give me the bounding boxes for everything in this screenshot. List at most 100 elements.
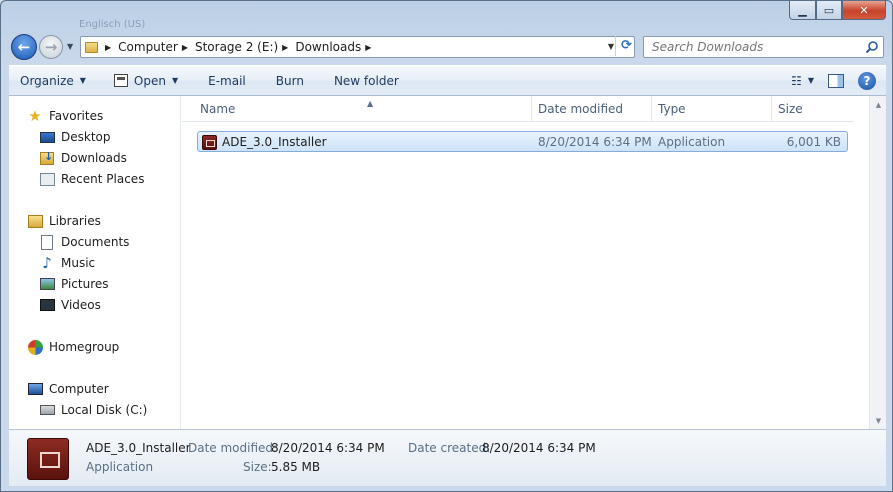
downloads-icon bbox=[39, 150, 55, 166]
nav-label: Favorites bbox=[49, 109, 104, 123]
nav-label: Libraries bbox=[49, 214, 101, 228]
column-label: Size bbox=[778, 102, 803, 116]
chevron-down-icon: ▼ bbox=[807, 76, 814, 85]
minimize-button[interactable]: ▁ bbox=[789, 1, 816, 20]
application-icon bbox=[202, 135, 217, 150]
back-icon: ← bbox=[17, 38, 31, 56]
nav-documents[interactable]: Documents bbox=[39, 234, 129, 250]
close-button[interactable]: ✕ bbox=[842, 1, 886, 20]
command-bar: Organize ▼ Open ▼ E-mail Burn New folder… bbox=[9, 65, 886, 96]
details-size-label: Size: bbox=[243, 460, 272, 474]
file-type: Application bbox=[658, 135, 726, 149]
nav-recent-places[interactable]: Recent Places bbox=[39, 171, 144, 187]
forward-button[interactable]: → bbox=[39, 35, 63, 59]
forward-icon: → bbox=[44, 38, 58, 56]
column-type[interactable]: Type bbox=[652, 96, 772, 122]
help-icon[interactable]: ? bbox=[858, 71, 876, 90]
maximize-button[interactable]: ▭ bbox=[816, 1, 842, 20]
open-button[interactable]: Open ▼ bbox=[103, 66, 189, 95]
file-date: 8/20/2014 6:34 PM bbox=[538, 135, 652, 149]
preview-pane-icon[interactable] bbox=[828, 73, 844, 88]
burn-button[interactable]: Burn bbox=[265, 66, 315, 95]
homegroup-icon bbox=[27, 339, 43, 355]
nav-favorites[interactable]: ★ Favorites bbox=[27, 107, 104, 125]
open-icon bbox=[113, 74, 128, 87]
nav-pictures[interactable]: Pictures bbox=[39, 276, 109, 292]
details-date-modified: 8/20/2014 6:34 PM bbox=[271, 441, 385, 455]
navigation-pane: ★ Favorites Desktop Downloads Recent Pla… bbox=[9, 96, 181, 429]
search-input[interactable] bbox=[644, 37, 859, 57]
documents-icon bbox=[39, 234, 55, 250]
open-label: Open bbox=[133, 73, 166, 88]
file-name: ADE_3.0_Installer bbox=[222, 135, 327, 149]
nav-label: Videos bbox=[61, 298, 101, 312]
details-pane: ADE_3.0_Installer Application Date modif… bbox=[9, 429, 886, 486]
address-bar[interactable]: ▶ Computer ▶ Storage 2 (E:) ▶ Downloads … bbox=[80, 36, 635, 58]
organize-button[interactable]: Organize ▼ bbox=[9, 66, 97, 95]
column-label: Date modified bbox=[538, 102, 624, 116]
nav-downloads[interactable]: Downloads bbox=[39, 150, 127, 166]
recent-places-icon bbox=[39, 171, 55, 187]
nav-local-disk[interactable]: Local Disk (C:) bbox=[39, 402, 147, 418]
nav-videos[interactable]: Videos bbox=[39, 297, 101, 313]
videos-icon bbox=[39, 297, 55, 313]
desktop-icon bbox=[39, 129, 55, 145]
crumb-separator[interactable]: ▶ bbox=[365, 43, 371, 52]
scroll-down-arrow[interactable]: ▼ bbox=[870, 412, 887, 429]
explorer-body: ★ Favorites Desktop Downloads Recent Pla… bbox=[9, 96, 886, 429]
burn-label: Burn bbox=[275, 73, 304, 88]
column-label: Name bbox=[200, 102, 236, 116]
pictures-icon bbox=[39, 276, 55, 292]
column-date-modified[interactable]: Date modified bbox=[532, 96, 652, 122]
column-headers: ▲ Name Date modified Type Size bbox=[182, 96, 854, 122]
crumb-separator[interactable]: ▶ bbox=[105, 43, 111, 52]
crumb-separator[interactable]: ▶ bbox=[182, 43, 188, 52]
change-view-button[interactable]: ☷ ▼ bbox=[791, 74, 814, 88]
details-size: 5.85 MB bbox=[271, 460, 321, 474]
recent-pages-dropdown[interactable]: ▼ bbox=[67, 42, 73, 51]
details-file-name: ADE_3.0_Installer bbox=[86, 441, 191, 455]
caption-buttons: ▁ ▭ ✕ bbox=[789, 1, 886, 20]
computer-icon bbox=[27, 381, 43, 397]
email-button[interactable]: E-mail bbox=[197, 66, 257, 95]
back-button[interactable]: ← bbox=[11, 34, 37, 60]
nav-label: Desktop bbox=[61, 130, 111, 144]
details-date-created-label: Date created: bbox=[408, 441, 491, 455]
file-row[interactable]: ADE_3.0_Installer 8/20/2014 6:34 PM Appl… bbox=[197, 131, 848, 152]
explorer-window: Englisch (US) ▁ ▭ ✕ ← → ▼ ▶ Computer ▶ S… bbox=[0, 0, 893, 492]
breadcrumb-storage[interactable]: Storage 2 (E:) bbox=[195, 40, 278, 54]
chevron-down-icon: ▼ bbox=[79, 76, 86, 85]
vertical-scrollbar[interactable]: ▲ ▼ bbox=[869, 96, 886, 429]
refresh-icon: ⟳ bbox=[621, 37, 632, 53]
nav-homegroup[interactable]: Homegroup bbox=[27, 339, 119, 355]
navigation-row: ← → ▼ ▶ Computer ▶ Storage 2 (E:) ▶ Down… bbox=[9, 34, 886, 60]
nav-label: Documents bbox=[61, 235, 130, 249]
column-name[interactable]: ▲ Name bbox=[194, 96, 532, 122]
nav-computer[interactable]: Computer bbox=[27, 381, 109, 397]
breadcrumb-downloads[interactable]: Downloads bbox=[295, 40, 361, 54]
breadcrumb-computer[interactable]: Computer bbox=[118, 40, 178, 54]
column-size[interactable]: Size bbox=[772, 96, 852, 122]
nav-label: Recent Places bbox=[61, 172, 145, 186]
nav-label: Downloads bbox=[61, 151, 127, 165]
nav-music[interactable]: ♪ Music bbox=[39, 254, 96, 272]
column-label: Type bbox=[658, 102, 686, 116]
views-icon: ☷ bbox=[791, 73, 802, 88]
star-icon: ★ bbox=[28, 107, 42, 125]
nav-label: Computer bbox=[49, 382, 109, 396]
music-icon: ♪ bbox=[42, 254, 52, 272]
nav-libraries[interactable]: Libraries bbox=[27, 213, 101, 229]
scroll-up-arrow[interactable]: ▲ bbox=[870, 96, 887, 113]
nav-label: Pictures bbox=[61, 277, 109, 291]
refresh-button[interactable]: ⟳ bbox=[615, 34, 637, 56]
folder-icon bbox=[81, 41, 101, 53]
nav-desktop[interactable]: Desktop bbox=[39, 129, 111, 145]
libraries-icon bbox=[27, 213, 43, 229]
crumb-separator[interactable]: ▶ bbox=[282, 43, 288, 52]
sort-ascending-icon: ▲ bbox=[367, 99, 374, 108]
address-history-dropdown[interactable]: ▼ bbox=[608, 42, 614, 51]
file-list: ▲ Name Date modified Type Size ADE_3.0_I… bbox=[182, 96, 886, 429]
search-icon[interactable] bbox=[865, 40, 879, 54]
nav-label: Music bbox=[61, 256, 96, 270]
chevron-down-icon: ▼ bbox=[171, 76, 179, 85]
